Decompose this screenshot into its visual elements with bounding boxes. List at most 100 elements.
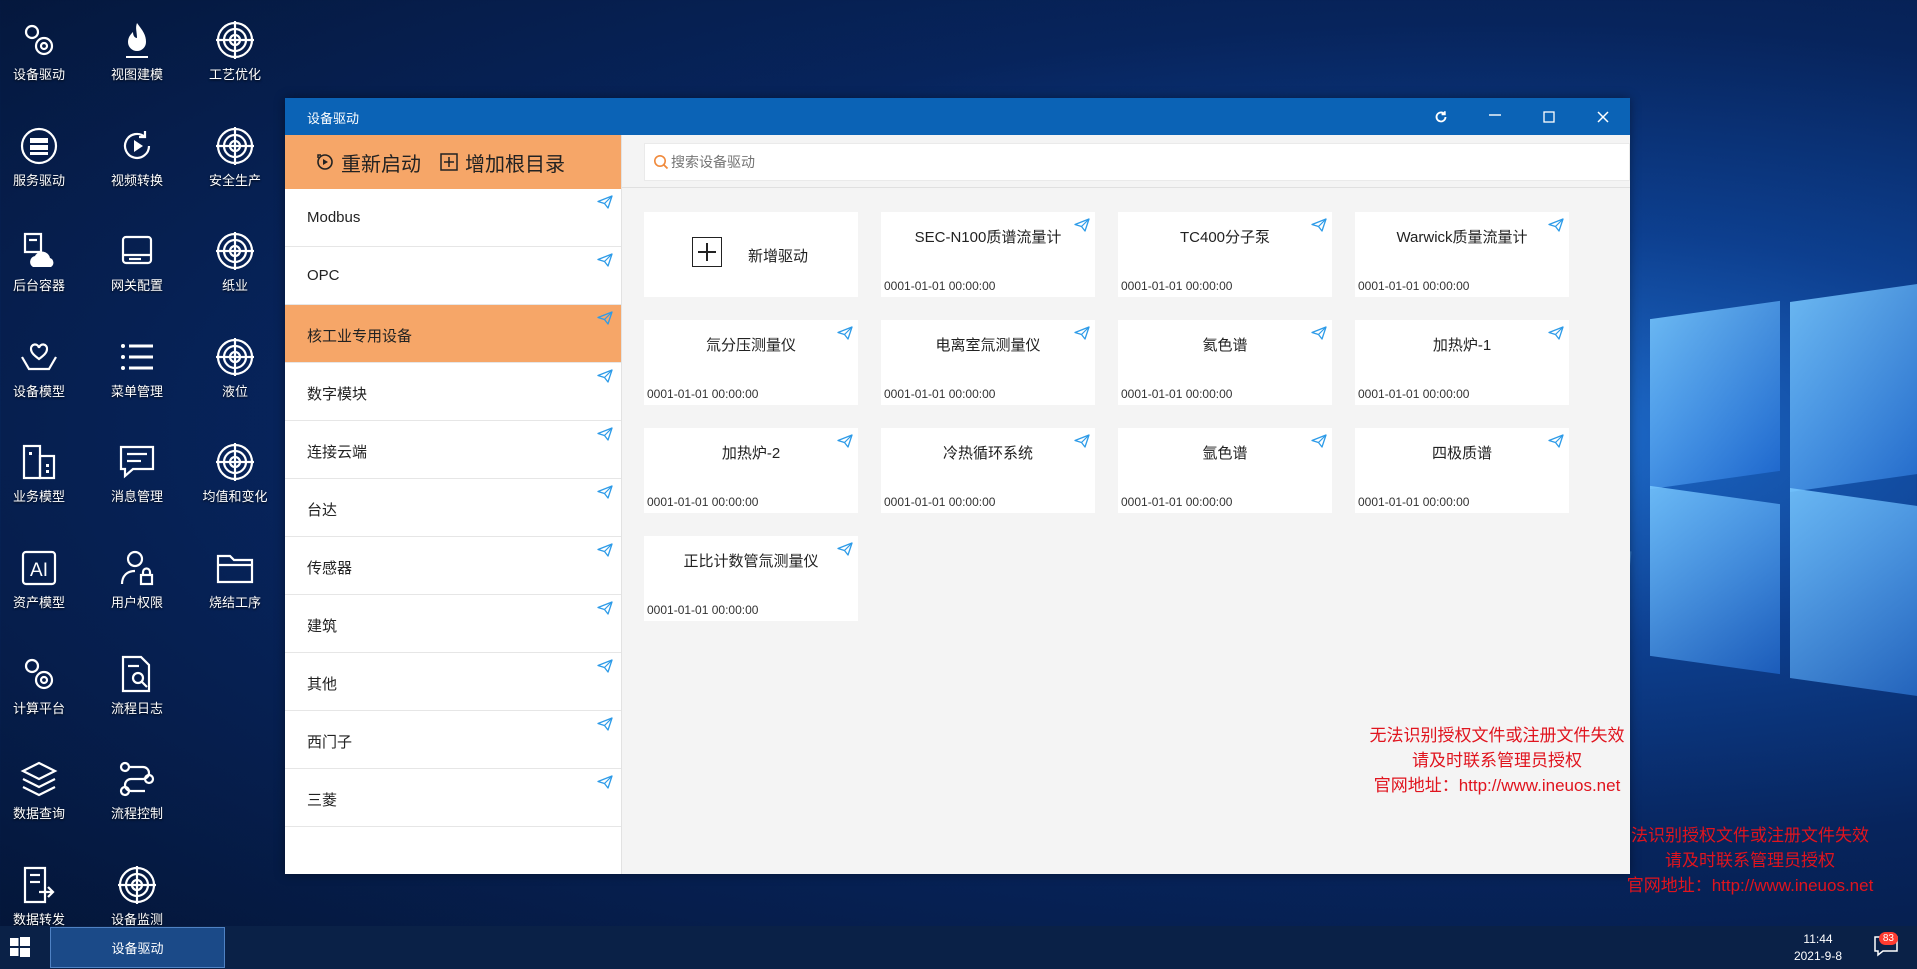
desktop-icon-video-convert[interactable]: 视频转换 bbox=[92, 124, 182, 189]
desktop-icon-user-lock[interactable]: 用户权限 bbox=[92, 546, 182, 611]
driver-card[interactable]: Warwick质量流量计 0001-01-01 00:00:00 bbox=[1355, 212, 1569, 297]
send-icon[interactable] bbox=[597, 659, 613, 677]
desktop-icon-target[interactable]: 设备监测 bbox=[92, 863, 182, 928]
sidebar-item[interactable]: OPC bbox=[285, 247, 621, 305]
desktop-icon-flow[interactable]: 流程控制 bbox=[92, 757, 182, 822]
send-icon[interactable] bbox=[837, 542, 853, 561]
driver-card-date: 0001-01-01 00:00:00 bbox=[1358, 387, 1470, 401]
sidebar-item[interactable]: 建筑 bbox=[285, 595, 621, 653]
sidebar-item[interactable]: 连接云端 bbox=[285, 421, 621, 479]
desktop-icon-gears[interactable]: 计算平台 bbox=[0, 652, 84, 717]
add-driver-label: 新增驱动 bbox=[748, 248, 809, 265]
driver-card[interactable]: 四极质谱 0001-01-01 00:00:00 bbox=[1355, 428, 1569, 513]
send-icon[interactable] bbox=[597, 195, 613, 213]
sidebar-item[interactable]: 台达 bbox=[285, 479, 621, 537]
desktop-icon-gears[interactable]: 设备驱动 bbox=[0, 18, 84, 83]
desktop-icon-label: 业务模型 bbox=[12, 489, 65, 504]
send-icon[interactable] bbox=[837, 434, 853, 453]
send-icon[interactable] bbox=[837, 326, 853, 345]
desktop-icon-hands[interactable]: 设备模型 bbox=[0, 335, 84, 400]
send-icon[interactable] bbox=[597, 717, 613, 735]
desktop-icon-target[interactable]: 安全生产 bbox=[190, 124, 280, 189]
desktop-warning-line2: 请及时联系管理员授权 bbox=[1665, 851, 1835, 870]
driver-card[interactable]: TC400分子泵 0001-01-01 00:00:00 bbox=[1118, 212, 1332, 297]
send-icon[interactable] bbox=[1311, 434, 1327, 453]
send-icon[interactable] bbox=[597, 369, 613, 387]
send-icon[interactable] bbox=[597, 543, 613, 561]
minimize-icon[interactable] bbox=[1482, 104, 1508, 130]
desktop-icon-target[interactable]: 均值和变化 bbox=[190, 440, 280, 505]
ai-icon: AI bbox=[0, 546, 84, 590]
driver-card[interactable]: 氩色谱 0001-01-01 00:00:00 bbox=[1118, 428, 1332, 513]
driver-card[interactable]: 正比计数管氚测量仪 0001-01-01 00:00:00 bbox=[644, 536, 858, 621]
send-icon[interactable] bbox=[1548, 218, 1564, 237]
send-icon[interactable] bbox=[1311, 218, 1327, 237]
driver-card[interactable]: SEC-N100质谱流量计 0001-01-01 00:00:00 bbox=[881, 212, 1095, 297]
send-icon[interactable] bbox=[597, 253, 613, 271]
desktop-icon-server[interactable]: 服务驱动 bbox=[0, 124, 84, 189]
desktop-icon-ai[interactable]: AI 资产模型 bbox=[0, 546, 84, 611]
sidebar-item[interactable]: 传感器 bbox=[285, 537, 621, 595]
desktop-icon-label: 设备模型 bbox=[12, 384, 65, 399]
driver-card[interactable]: 加热炉-2 0001-01-01 00:00:00 bbox=[644, 428, 858, 513]
driver-card-date: 0001-01-01 00:00:00 bbox=[1121, 279, 1233, 293]
desktop-icon-target[interactable]: 液位 bbox=[190, 335, 280, 400]
desktop-icon-label: 用户权限 bbox=[110, 595, 163, 610]
send-icon[interactable] bbox=[1548, 434, 1564, 453]
system-clock[interactable]: 11:44 2021-9-8 bbox=[1794, 931, 1842, 965]
desktop-icon-building[interactable]: 业务模型 bbox=[0, 440, 84, 505]
driver-card[interactable]: 冷热循环系统 0001-01-01 00:00:00 bbox=[881, 428, 1095, 513]
send-icon[interactable] bbox=[597, 311, 613, 329]
sidebar-item[interactable]: Modbus bbox=[285, 189, 621, 247]
send-icon[interactable] bbox=[597, 485, 613, 503]
driver-card-name: 氚分压测量仪 bbox=[705, 337, 796, 354]
desktop-icon-list[interactable]: 菜单管理 bbox=[92, 335, 182, 400]
sidebar-item-label: 台达 bbox=[307, 502, 338, 519]
desktop-icon-target[interactable]: 纸业 bbox=[190, 229, 280, 294]
sidebar-item[interactable]: 西门子 bbox=[285, 711, 621, 769]
sidebar-item[interactable]: 三菱 bbox=[285, 769, 621, 827]
search-input[interactable] bbox=[669, 153, 1073, 171]
driver-card-date: 0001-01-01 00:00:00 bbox=[1358, 495, 1470, 509]
desktop-icon-doc-search[interactable]: 流程日志 bbox=[92, 652, 182, 717]
taskbar-item-device-driver[interactable]: 设备驱动 bbox=[50, 927, 225, 968]
driver-card[interactable]: 电离室氚测量仪 0001-01-01 00:00:00 bbox=[881, 320, 1095, 405]
driver-card[interactable]: 氚分压测量仪 0001-01-01 00:00:00 bbox=[644, 320, 858, 405]
desktop-icon-flame[interactable]: 视图建模 bbox=[92, 18, 182, 83]
add-root-directory-button[interactable]: 增加根目录 bbox=[439, 148, 565, 177]
driver-card-name: 冷热循环系统 bbox=[942, 445, 1033, 462]
send-icon[interactable] bbox=[1074, 218, 1090, 237]
send-icon[interactable] bbox=[1074, 434, 1090, 453]
restart-button[interactable]: 重新启动 bbox=[315, 148, 421, 177]
send-icon[interactable] bbox=[597, 601, 613, 619]
desktop-icon-label: 流程日志 bbox=[110, 701, 163, 716]
send-icon[interactable] bbox=[597, 427, 613, 445]
send-icon[interactable] bbox=[1548, 326, 1564, 345]
window-titlebar[interactable]: 设备驱动 bbox=[285, 98, 1630, 135]
close-icon[interactable] bbox=[1590, 104, 1616, 130]
driver-card-date: 0001-01-01 00:00:00 bbox=[1121, 495, 1233, 509]
plus-icon bbox=[692, 237, 722, 267]
sidebar-item-label: OPC bbox=[307, 267, 340, 284]
sidebar-item[interactable]: 数字模块 bbox=[285, 363, 621, 421]
send-icon[interactable] bbox=[1311, 326, 1327, 345]
send-icon[interactable] bbox=[597, 775, 613, 793]
sidebar-item[interactable]: 核工业专用设备 bbox=[285, 305, 621, 363]
add-driver-card[interactable]: 新增驱动 bbox=[644, 212, 858, 297]
refresh-icon[interactable] bbox=[1428, 104, 1454, 130]
message-icon bbox=[92, 440, 182, 484]
desktop-icon-folder[interactable]: 烧结工序 bbox=[190, 546, 280, 611]
desktop-icon-target[interactable]: 工艺优化 bbox=[190, 18, 280, 83]
driver-card[interactable]: 加热炉-1 0001-01-01 00:00:00 bbox=[1355, 320, 1569, 405]
search-bar[interactable] bbox=[644, 143, 1630, 181]
desktop-icon-layers[interactable]: 数据查询 bbox=[0, 757, 84, 822]
desktop-icon-doc-forward[interactable]: 数据转发 bbox=[0, 863, 84, 928]
sidebar-item[interactable]: 其他 bbox=[285, 653, 621, 711]
desktop-icon-message[interactable]: 消息管理 bbox=[92, 440, 182, 505]
maximize-icon[interactable] bbox=[1536, 104, 1562, 130]
driver-card[interactable]: 氦色谱 0001-01-01 00:00:00 bbox=[1118, 320, 1332, 405]
send-icon[interactable] bbox=[1074, 326, 1090, 345]
desktop-icon-cloud-doc[interactable]: 后台容器 bbox=[0, 229, 84, 294]
start-button[interactable] bbox=[10, 937, 30, 962]
desktop-icon-drive[interactable]: 网关配置 bbox=[92, 229, 182, 294]
